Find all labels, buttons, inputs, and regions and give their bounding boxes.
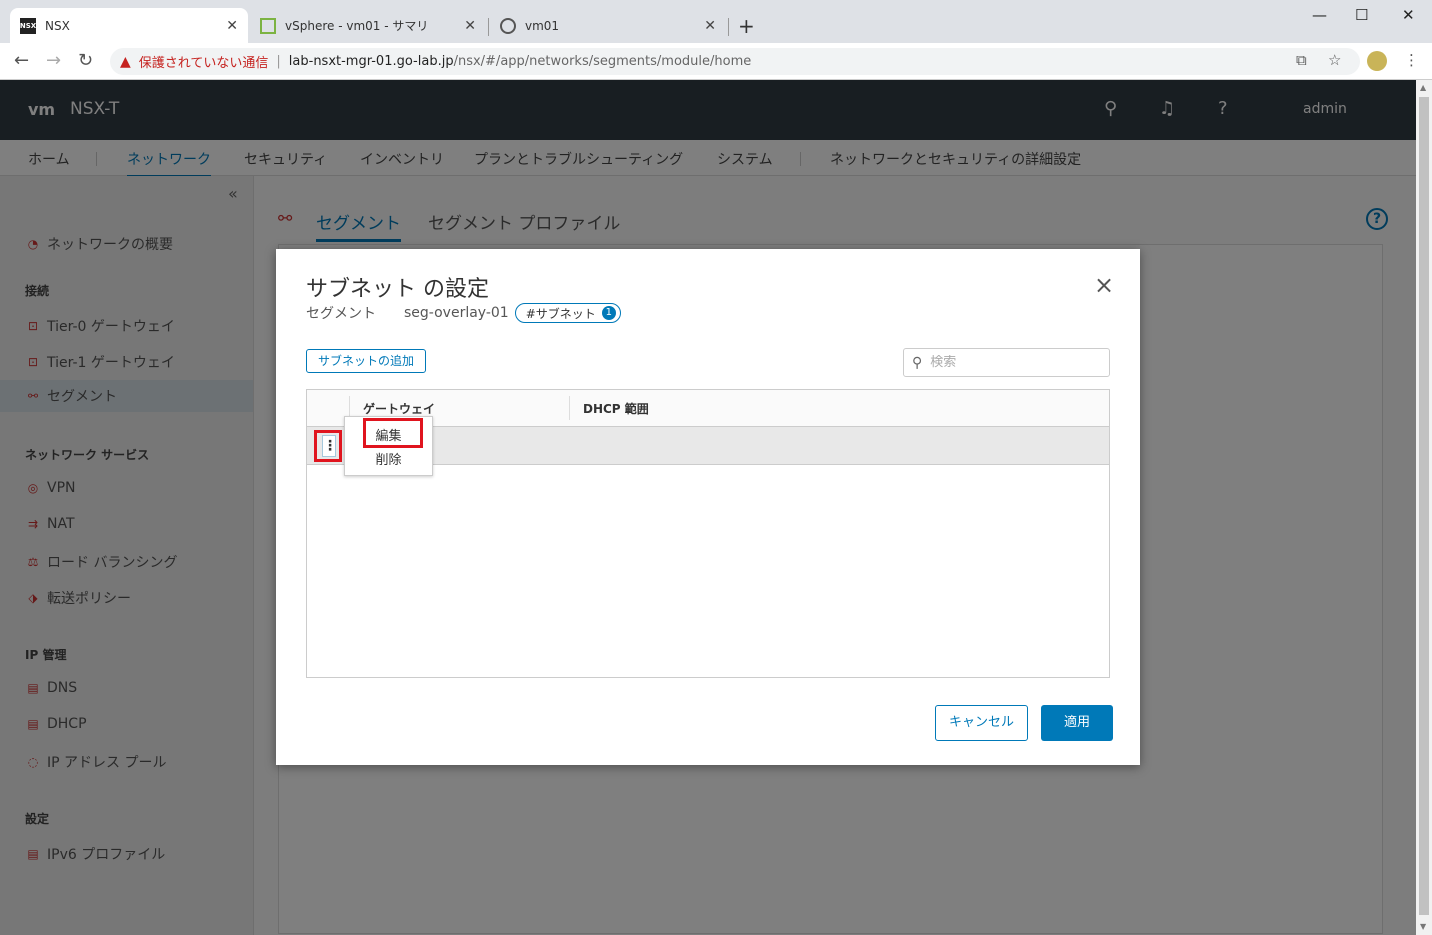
search-input[interactable] bbox=[930, 355, 1091, 370]
modal-title: サブネット の設定 bbox=[306, 277, 489, 302]
subnet-settings-modal: サブネット の設定 × セグメント seg-overlay-01 #サブネット … bbox=[276, 249, 1140, 765]
close-window-button[interactable]: ✕ bbox=[1402, 6, 1415, 24]
profile-avatar[interactable] bbox=[1367, 51, 1387, 71]
row-actions-button[interactable]: ⋮ bbox=[322, 435, 337, 457]
tab-title: vm01 bbox=[525, 18, 560, 33]
url-bar[interactable]: ▲ 保護されていない通信 | lab-nsxt-mgr-01.go-lab.jp… bbox=[110, 48, 1360, 75]
address-toolbar: ← → ↻ ▲ 保護されていない通信 | lab-nsxt-mgr-01.go-… bbox=[0, 43, 1432, 80]
scroll-down-icon[interactable]: ▼ bbox=[1420, 922, 1426, 931]
browser-tabstrip: NSX NSX ✕ vSphere - vm01 - サマリ ✕ vm01 ✕ … bbox=[0, 0, 1432, 43]
menu-item-edit[interactable]: 編集 bbox=[345, 425, 432, 444]
column-dhcp-range[interactable]: DHCP 範囲 bbox=[583, 400, 649, 417]
add-subnet-button[interactable]: サブネットの追加 bbox=[306, 349, 426, 373]
url-separator: | bbox=[276, 54, 281, 69]
vsphere-favicon-icon bbox=[260, 17, 276, 34]
browser-tab-vsphere[interactable]: vSphere - vm01 - サマリ ✕ bbox=[250, 8, 486, 43]
tab-close-icon[interactable]: ✕ bbox=[704, 18, 716, 34]
forward-button[interactable]: → bbox=[46, 50, 61, 71]
badge-label: #サブネット bbox=[525, 306, 596, 321]
security-warning[interactable]: 保護されていない通信 bbox=[139, 52, 269, 71]
bookmark-star-icon[interactable]: ☆ bbox=[1328, 51, 1341, 69]
modal-close-button[interactable]: × bbox=[1094, 271, 1114, 299]
tab-title: vSphere - vm01 - サマリ bbox=[285, 19, 429, 33]
maximize-button[interactable]: ☐ bbox=[1355, 6, 1368, 24]
tab-close-icon[interactable]: ✕ bbox=[464, 18, 476, 34]
translate-icon[interactable]: ⧉ bbox=[1296, 51, 1307, 69]
tab-divider bbox=[488, 18, 489, 36]
browser-tab-nsx[interactable]: NSX NSX ✕ bbox=[10, 8, 248, 43]
warning-icon: ▲ bbox=[120, 53, 131, 70]
apply-button[interactable]: 適用 bbox=[1041, 705, 1113, 741]
tab-close-icon[interactable]: ✕ bbox=[226, 18, 238, 34]
reload-button[interactable]: ↻ bbox=[78, 50, 93, 71]
url-host: lab-nsxt-mgr-01.go-lab.jp bbox=[288, 54, 454, 69]
globe-icon bbox=[500, 17, 516, 34]
scroll-up-icon[interactable]: ▲ bbox=[1420, 83, 1426, 92]
browser-tab-vm01[interactable]: vm01 ✕ bbox=[490, 8, 726, 43]
nsx-favicon-icon: NSX bbox=[20, 17, 36, 34]
browser-menu-icon[interactable]: ⋮ bbox=[1404, 51, 1419, 69]
tab-title: NSX bbox=[45, 18, 70, 33]
badge-count: 1 bbox=[601, 306, 616, 320]
column-gateway[interactable]: ゲートウェイ bbox=[363, 400, 435, 417]
new-tab-button[interactable]: + bbox=[738, 14, 755, 38]
page-scrollbar[interactable]: ▲ ▼ bbox=[1416, 80, 1432, 935]
menu-item-delete[interactable]: 削除 bbox=[345, 449, 432, 468]
row-context-menu: 編集 削除 bbox=[344, 416, 433, 476]
cancel-button[interactable]: キャンセル bbox=[935, 705, 1028, 741]
url-path: /nsx/#/app/networks/segments/module/home bbox=[453, 54, 752, 69]
subnet-count-badge: #サブネット 1 bbox=[514, 303, 621, 323]
search-box[interactable]: ⚲ bbox=[903, 348, 1110, 377]
column-divider[interactable] bbox=[569, 396, 570, 420]
search-icon: ⚲ bbox=[912, 354, 923, 371]
tab-divider bbox=[728, 18, 729, 36]
scrollbar-thumb[interactable] bbox=[1419, 97, 1429, 915]
minimize-button[interactable]: — bbox=[1312, 6, 1327, 24]
back-button[interactable]: ← bbox=[14, 50, 29, 71]
modal-subtitle: セグメント seg-overlay-01 #サブネット 1 bbox=[306, 303, 621, 323]
segment-name: seg-overlay-01 bbox=[404, 305, 509, 321]
segment-label: セグメント bbox=[306, 306, 376, 322]
